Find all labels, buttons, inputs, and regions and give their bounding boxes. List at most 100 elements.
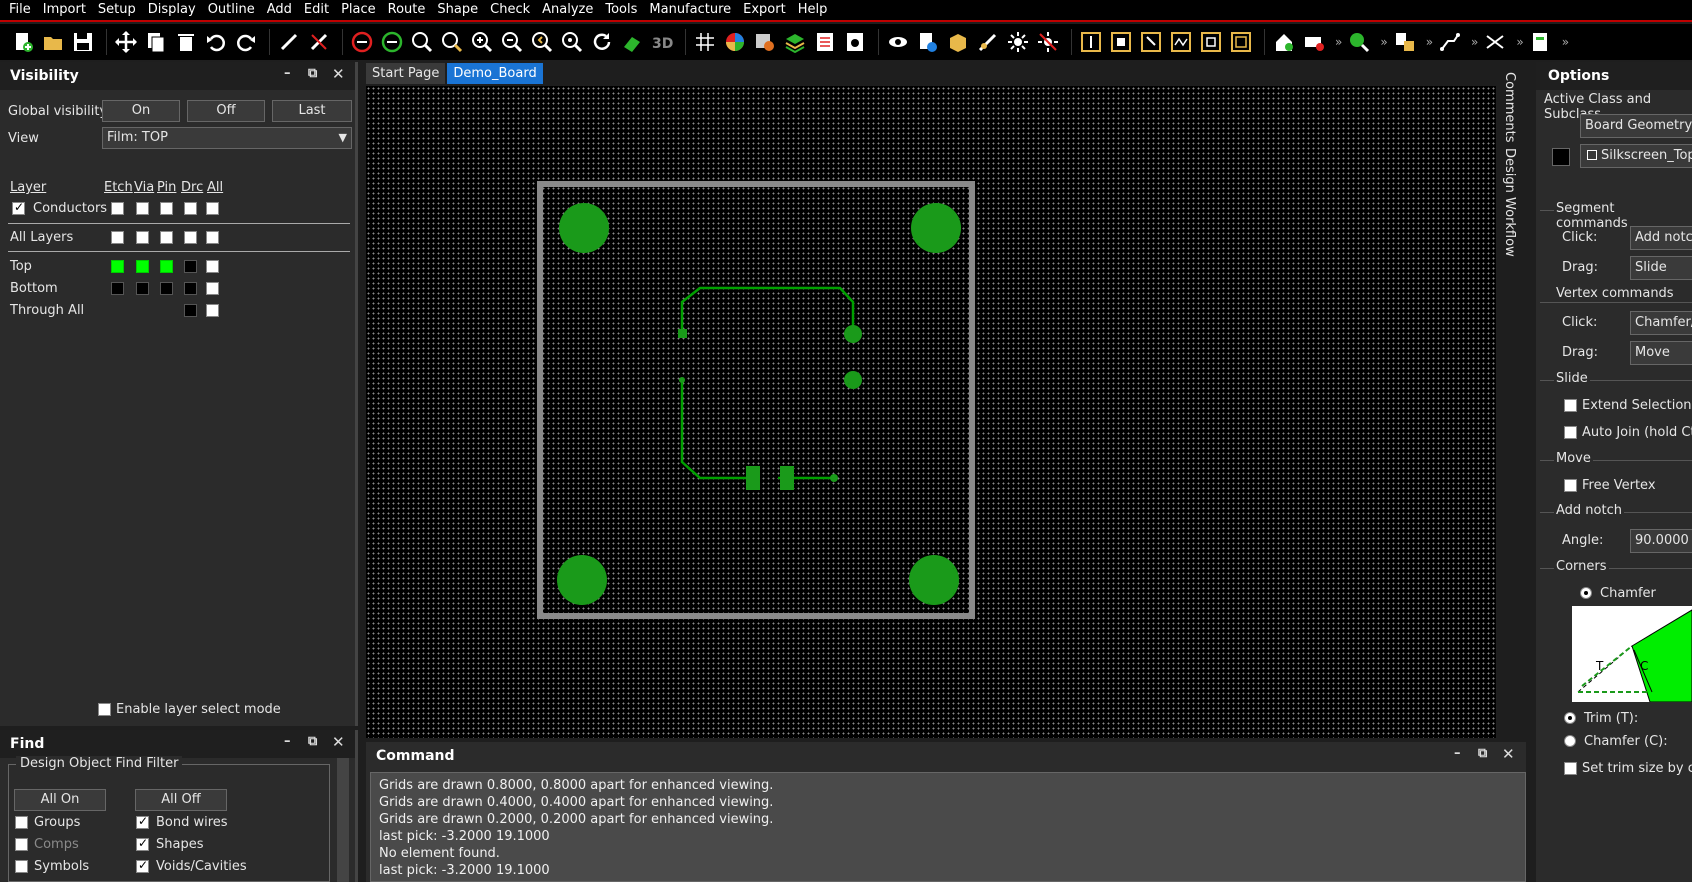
highlight-icon[interactable]: [1005, 29, 1031, 55]
drc-icon[interactable]: [349, 29, 375, 55]
through-all-all[interactable]: [206, 304, 219, 317]
visibility-off-button[interactable]: Off: [187, 100, 265, 122]
free-vertex-checkbox[interactable]: [1564, 479, 1577, 492]
toolbar-overflow6-icon[interactable]: »: [1562, 35, 1569, 49]
3d-icon[interactable]: 3D: [649, 29, 675, 55]
tab-comments[interactable]: Comments: [1502, 72, 1517, 142]
connect-icon[interactable]: [1437, 29, 1463, 55]
settings-icon[interactable]: [842, 29, 868, 55]
chamfer-c-radio[interactable]: [1564, 735, 1576, 747]
bond-wires-checkbox[interactable]: [136, 814, 149, 829]
conductors-drc[interactable]: [184, 202, 197, 215]
route-icon[interactable]: [1168, 29, 1194, 55]
visibility-on-button[interactable]: On: [102, 100, 180, 122]
menu-help[interactable]: Help: [792, 0, 834, 21]
toolbar-overflow3-icon[interactable]: »: [1426, 35, 1433, 49]
undo-icon[interactable]: [203, 29, 229, 55]
all-layers-drc[interactable]: [184, 231, 197, 244]
minimize-icon[interactable]: –: [284, 734, 291, 749]
tab-start-page[interactable]: Start Page: [366, 63, 446, 84]
fanout-icon[interactable]: [1482, 29, 1508, 55]
comps-checkbox[interactable]: [15, 838, 28, 851]
all-off-button[interactable]: All Off: [135, 789, 227, 811]
zoom-fit-icon[interactable]: [409, 29, 435, 55]
save-icon[interactable]: [70, 29, 96, 55]
through-all-drc[interactable]: [184, 304, 197, 317]
zoom-search-icon[interactable]: [1346, 29, 1372, 55]
measure-icon[interactable]: [1078, 29, 1104, 55]
menu-file[interactable]: File: [0, 0, 37, 21]
unpin-icon[interactable]: [306, 29, 332, 55]
zoom-in-icon[interactable]: [469, 29, 495, 55]
menu-analyze[interactable]: Analyze: [536, 0, 599, 21]
grid-icon[interactable]: [692, 29, 718, 55]
menu-check[interactable]: Check: [484, 0, 536, 21]
pick-icon[interactable]: [1138, 29, 1164, 55]
trim-radio[interactable]: [1564, 712, 1576, 724]
bottom-all[interactable]: [206, 282, 219, 295]
pin-icon[interactable]: [276, 29, 302, 55]
bottom-drc[interactable]: [184, 282, 197, 295]
conductors-via[interactable]: [136, 202, 149, 215]
export-icon[interactable]: [1528, 29, 1554, 55]
conductors-pin[interactable]: [160, 202, 173, 215]
zoom-prev-icon[interactable]: [529, 29, 555, 55]
find-scrollbar[interactable]: [337, 758, 349, 882]
auto-join-checkbox[interactable]: [1564, 426, 1577, 439]
component-icon[interactable]: [1108, 29, 1134, 55]
class-select[interactable]: Board Geometry: [1580, 114, 1692, 138]
set-trim-checkbox[interactable]: [1564, 762, 1577, 775]
top-via[interactable]: [136, 260, 149, 273]
tab-demo-board[interactable]: Demo_Board: [447, 63, 543, 84]
minimize-icon[interactable]: –: [284, 66, 291, 81]
menu-add[interactable]: Add: [261, 0, 298, 21]
all-layers-via[interactable]: [136, 231, 149, 244]
extend-selection-checkbox[interactable]: [1564, 399, 1577, 412]
zoom-out-icon[interactable]: [499, 29, 525, 55]
symbols-checkbox[interactable]: [15, 860, 28, 873]
menu-edit[interactable]: Edit: [298, 0, 335, 21]
seg-click-select[interactable]: Add notch: [1630, 226, 1692, 250]
all-on-button[interactable]: All On: [14, 789, 106, 811]
outline-icon[interactable]: [1228, 29, 1254, 55]
close-icon[interactable]: ✕: [1502, 745, 1515, 763]
menu-manufacture[interactable]: Manufacture: [643, 0, 737, 21]
conductors-etch[interactable]: [111, 202, 124, 215]
drc2-icon[interactable]: [379, 29, 405, 55]
enable-layer-select-checkbox[interactable]: [98, 703, 111, 716]
slide-icon[interactable]: [1198, 29, 1224, 55]
toolbar-overflow4-icon[interactable]: »: [1471, 35, 1478, 49]
menu-display[interactable]: Display: [142, 0, 202, 21]
view-select[interactable]: Film: TOP ▼: [102, 127, 352, 149]
delete-icon[interactable]: [173, 29, 199, 55]
dehighlight-icon[interactable]: [1035, 29, 1061, 55]
groups-checkbox[interactable]: [15, 816, 28, 829]
top-drc[interactable]: [184, 260, 197, 273]
brush-icon[interactable]: [975, 29, 1001, 55]
minimize-icon[interactable]: –: [1454, 746, 1461, 761]
void-icon[interactable]: [1301, 29, 1327, 55]
toolbar-overflow2-icon[interactable]: »: [1380, 35, 1387, 49]
info-icon[interactable]: [915, 29, 941, 55]
conductors-all[interactable]: [206, 202, 219, 215]
top-etch[interactable]: [111, 260, 124, 273]
command-log[interactable]: Grids are drawn 0.8000, 0.8000 apart for…: [370, 772, 1526, 882]
float-icon[interactable]: ⧉: [308, 66, 317, 81]
all-layers-pin[interactable]: [160, 231, 173, 244]
bottom-etch[interactable]: [111, 282, 124, 295]
all-layers-etch[interactable]: [111, 231, 124, 244]
redraw-icon[interactable]: [589, 29, 615, 55]
menu-route[interactable]: Route: [382, 0, 432, 21]
shapes-checkbox[interactable]: [136, 836, 149, 851]
subclass-color-swatch[interactable]: [1552, 148, 1570, 166]
new-icon[interactable]: [10, 29, 36, 55]
voids-checkbox[interactable]: [136, 858, 149, 873]
float-icon[interactable]: ⧉: [1478, 746, 1487, 761]
close-icon[interactable]: ✕: [332, 733, 345, 751]
redo-icon[interactable]: [233, 29, 259, 55]
shape-icon[interactable]: [1271, 29, 1297, 55]
report-icon[interactable]: [812, 29, 838, 55]
menu-tools[interactable]: Tools: [599, 0, 643, 21]
menu-place[interactable]: Place: [335, 0, 382, 21]
float-icon[interactable]: ⧉: [308, 734, 317, 749]
